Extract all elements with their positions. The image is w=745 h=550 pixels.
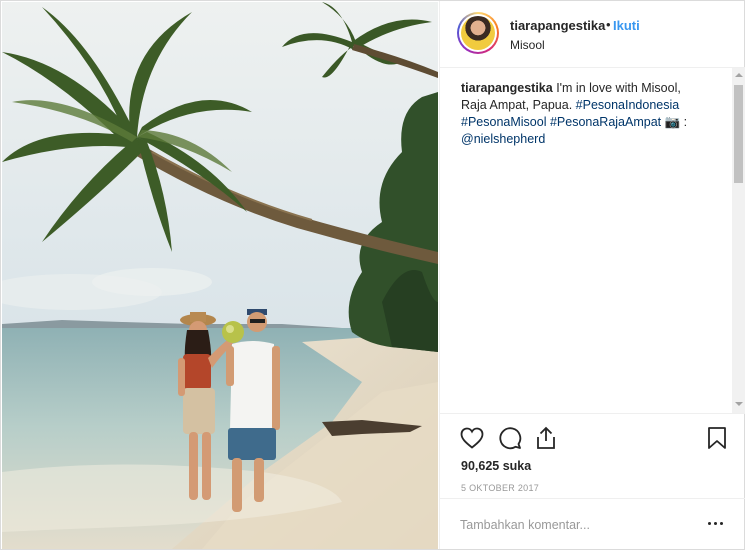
comment-input[interactable] — [460, 515, 690, 535]
post-header: tiarapangestika • Ikuti Misool — [440, 1, 745, 68]
likes-number: 90,625 — [461, 459, 500, 473]
caption-text: : — [680, 115, 688, 129]
likes-count[interactable]: 90,625 suka — [461, 459, 531, 473]
post-details-panel: tiarapangestika • Ikuti Misool tiarapang… — [439, 1, 745, 549]
heart-icon[interactable] — [460, 427, 484, 449]
username-link[interactable]: tiarapangestika — [510, 18, 605, 33]
avatar-image — [461, 16, 495, 50]
add-comment-section — [440, 498, 745, 550]
scroll-down-arrow[interactable] — [735, 402, 743, 406]
mention-link[interactable]: @nielshepherd — [461, 132, 545, 146]
location-link[interactable]: Misool — [510, 38, 545, 52]
post-window: tiarapangestika • Ikuti Misool tiarapang… — [0, 0, 745, 550]
scroll-up-arrow[interactable] — [735, 73, 743, 77]
hashtag-link[interactable]: #PesonaIndonesia — [576, 98, 680, 112]
hashtag-link[interactable]: #PesonaRajaAmpat — [550, 115, 661, 129]
likes-suffix: suka — [499, 459, 532, 473]
bookmark-icon[interactable] — [707, 426, 727, 450]
more-options-icon[interactable] — [706, 516, 726, 530]
beach-photo-image — [2, 2, 438, 549]
comments-scrollbar[interactable] — [732, 68, 745, 413]
avatar[interactable] — [457, 12, 499, 54]
comments-area[interactable]: tiarapangestika I'm in love with Misool,… — [440, 68, 730, 413]
separator-dot: • — [606, 17, 611, 32]
hashtag-link[interactable]: #PesonaMisool — [461, 115, 546, 129]
camera-emoji: 📷 — [664, 115, 681, 129]
post-actions: 90,625 suka 5 OKTOBER 2017 — [440, 413, 745, 504]
post-date[interactable]: 5 OKTOBER 2017 — [461, 483, 539, 493]
caption: tiarapangestika I'm in love with Misool,… — [461, 80, 701, 148]
scroll-thumb[interactable] — [734, 85, 743, 183]
caption-username[interactable]: tiarapangestika — [461, 81, 553, 95]
post-photo[interactable] — [2, 2, 438, 549]
follow-button[interactable]: Ikuti — [613, 18, 640, 33]
comment-icon[interactable] — [498, 426, 522, 450]
share-icon[interactable] — [535, 426, 557, 450]
